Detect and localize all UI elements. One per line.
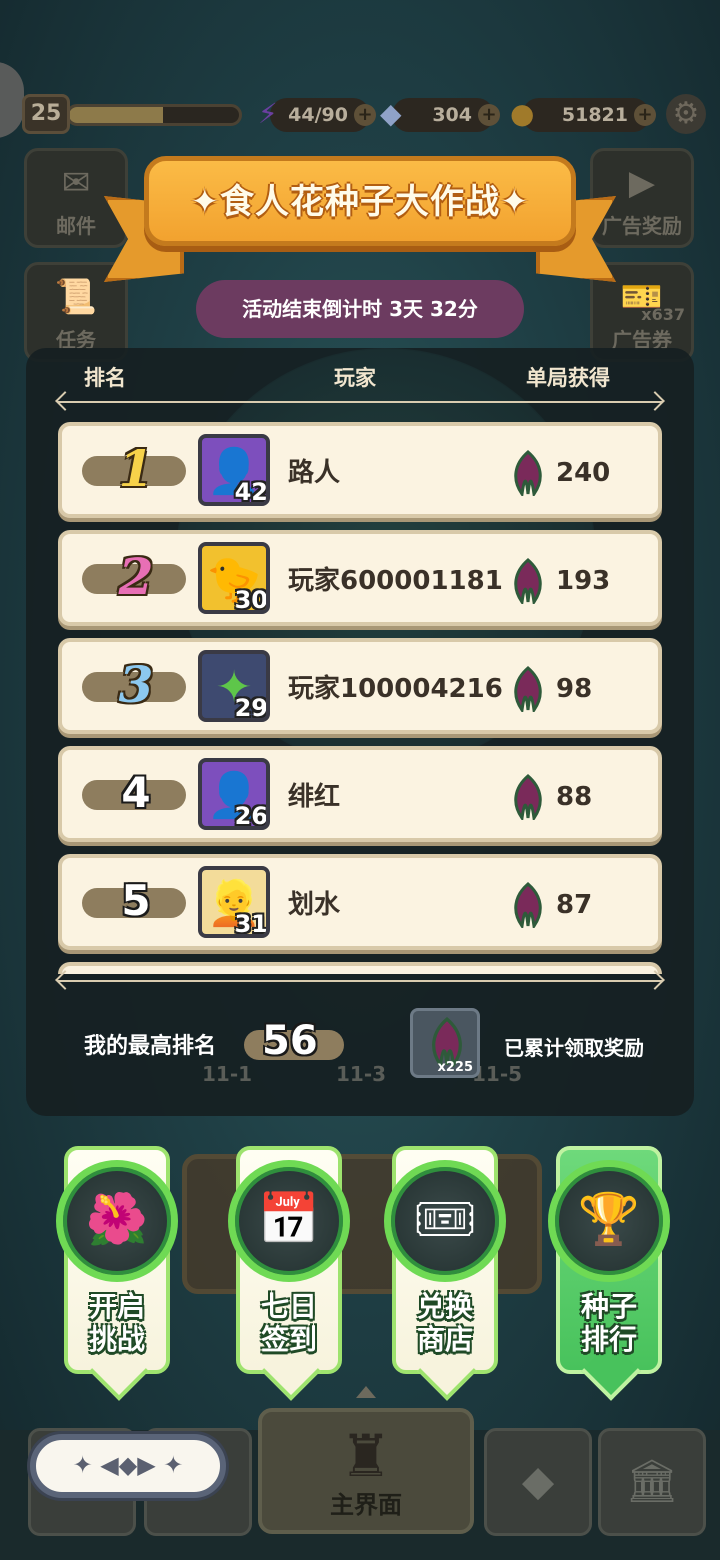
player-name: 路人 xyxy=(288,458,341,488)
player-name: 绯红 xyxy=(288,782,341,812)
nav-main-label: 主界面 xyxy=(330,1491,402,1519)
rank-number: 3 xyxy=(118,655,154,714)
settings-gear-icon[interactable]: ⚙ xyxy=(666,94,706,134)
nav-indicator-arrow xyxy=(356,1386,376,1398)
gem-counter: ◆ 304 + xyxy=(380,97,500,132)
player-level: 29 xyxy=(234,694,268,722)
player-name: 玩家100004216 xyxy=(288,674,503,704)
add-gems-button[interactable]: + xyxy=(478,104,500,126)
ranking-row[interactable]: 1 👤 42 路人 240 xyxy=(58,422,662,518)
accumulated-reward-item[interactable]: x225 xyxy=(410,1008,480,1078)
title-banner: ✦食人花种子大作战✦ xyxy=(144,156,576,246)
rank-column-header: 排名 xyxy=(84,366,126,390)
seed-icon xyxy=(514,450,542,496)
level-progress-fill xyxy=(69,107,163,123)
my-best-rank-value: 56 xyxy=(262,1018,318,1064)
castle-tower-icon: ♜ xyxy=(340,1422,392,1490)
score-column-header: 单局获得 xyxy=(526,366,610,390)
player-level: 30 xyxy=(234,586,268,614)
footer-divider xyxy=(58,980,662,982)
mail-label: 邮件 xyxy=(56,214,96,238)
seed-ticket-icon: 🎟 xyxy=(384,1160,506,1282)
ranking-row-partial xyxy=(58,962,662,974)
coin-counter: ● 51821 + xyxy=(510,97,656,132)
ranking-row[interactable]: 5 👱 31 划水 87 xyxy=(58,854,662,950)
seed-icon xyxy=(514,666,542,712)
player-avatar[interactable]: 👱 31 xyxy=(198,866,270,938)
add-coins-button[interactable]: + xyxy=(634,104,656,126)
ad-reward-label: 广告奖励 xyxy=(602,214,682,238)
rank-number: 4 xyxy=(121,768,151,817)
player-column-header: 玩家 xyxy=(334,366,376,390)
seven-day-signin-button[interactable]: 📅 七日 签到 xyxy=(228,1146,350,1374)
my-best-rank-label: 我的最高排名 xyxy=(84,1034,217,1059)
seed-ranking-label: 种子 排行 xyxy=(580,1290,637,1356)
reward-count: x225 xyxy=(437,1060,473,1075)
start-challenge-label: 开启 挑战 xyxy=(88,1290,145,1356)
rank-number: 1 xyxy=(118,439,154,498)
start-challenge-button[interactable]: 🌺 开启 挑战 xyxy=(56,1146,178,1374)
stage-label: 11-3 xyxy=(336,1062,387,1086)
energy-counter: ⚡ 44/90 + xyxy=(258,97,376,132)
ranking-row[interactable]: 3 ✦ 29 玩家100004216 98 xyxy=(58,638,662,734)
player-score: 87 xyxy=(556,890,593,920)
player-score: 193 xyxy=(556,566,611,596)
gem-value: 304 xyxy=(432,104,472,126)
event-title: ✦食人花种子大作战✦ xyxy=(190,182,530,222)
exchange-shop-button[interactable]: 🎟 兑换 商店 xyxy=(384,1146,506,1374)
player-avatar[interactable]: 👤 26 xyxy=(198,758,270,830)
player-avatar[interactable]: ✦ 29 xyxy=(198,650,270,722)
scroll-icon: 📜 xyxy=(54,277,98,317)
player-name: 划水 xyxy=(288,890,341,920)
coin-value: 51821 xyxy=(561,104,628,126)
top-status-bar: 25 ⚡ 44/90 + ◆ 304 + ● 51821 + ⚙ xyxy=(0,88,720,138)
player-score: 98 xyxy=(556,674,593,704)
player-name: 玩家600001181 xyxy=(288,566,503,596)
coin-icon: ● xyxy=(510,97,535,130)
player-level-badge: 25 xyxy=(22,94,70,134)
event-countdown: 活动结束倒计时 3天 32分 xyxy=(196,280,524,338)
player-level: 42 xyxy=(234,478,268,506)
gem-icon: ◆ xyxy=(380,97,402,130)
ranking-row[interactable]: 4 👤 26 绯红 88 xyxy=(58,746,662,842)
energy-value: 44/90 xyxy=(288,104,348,126)
trophy-icon: 🏆 xyxy=(548,1160,670,1282)
rank-number: 5 xyxy=(121,876,151,925)
seed-icon xyxy=(514,774,542,820)
nav-main-screen[interactable]: ♜ 主界面 xyxy=(258,1408,474,1534)
rank-number: 2 xyxy=(118,547,154,606)
stage-label: 11-1 xyxy=(202,1062,253,1086)
seed-ranking-tab[interactable]: 🏆 种子 排行 xyxy=(548,1146,670,1374)
lightning-icon: ⚡ xyxy=(258,97,278,130)
accumulated-reward-label: 已累计领取奖励 xyxy=(504,1036,644,1060)
calendar-icon: 📅 xyxy=(228,1160,350,1282)
header-divider xyxy=(58,401,662,403)
seed-icon xyxy=(514,558,542,604)
nav-museum-tile[interactable]: 🏛 xyxy=(598,1428,706,1536)
player-level: 31 xyxy=(234,910,268,938)
level-progress-bar xyxy=(66,104,242,126)
ranking-row[interactable]: 2 🐤 30 玩家600001181 193 xyxy=(58,530,662,626)
seed-icon xyxy=(514,882,542,928)
exchange-shop-label: 兑换 商店 xyxy=(416,1290,473,1356)
seven-day-signin-label: 七日 签到 xyxy=(260,1290,317,1356)
ad-ticket-count: x637 xyxy=(641,305,685,324)
collapse-toggle-button[interactable]: ✦ ◀◆▶ ✦ xyxy=(30,1434,226,1498)
player-score: 88 xyxy=(556,782,593,812)
player-avatar[interactable]: 👤 42 xyxy=(198,434,270,506)
add-energy-button[interactable]: + xyxy=(354,104,376,126)
player-avatar[interactable]: 🐤 30 xyxy=(198,542,270,614)
carnivorous-plant-icon: 🌺 xyxy=(56,1160,178,1282)
player-level: 26 xyxy=(234,802,268,830)
nav-skills-tile[interactable]: ◆ xyxy=(484,1428,592,1536)
player-score: 240 xyxy=(556,458,611,488)
